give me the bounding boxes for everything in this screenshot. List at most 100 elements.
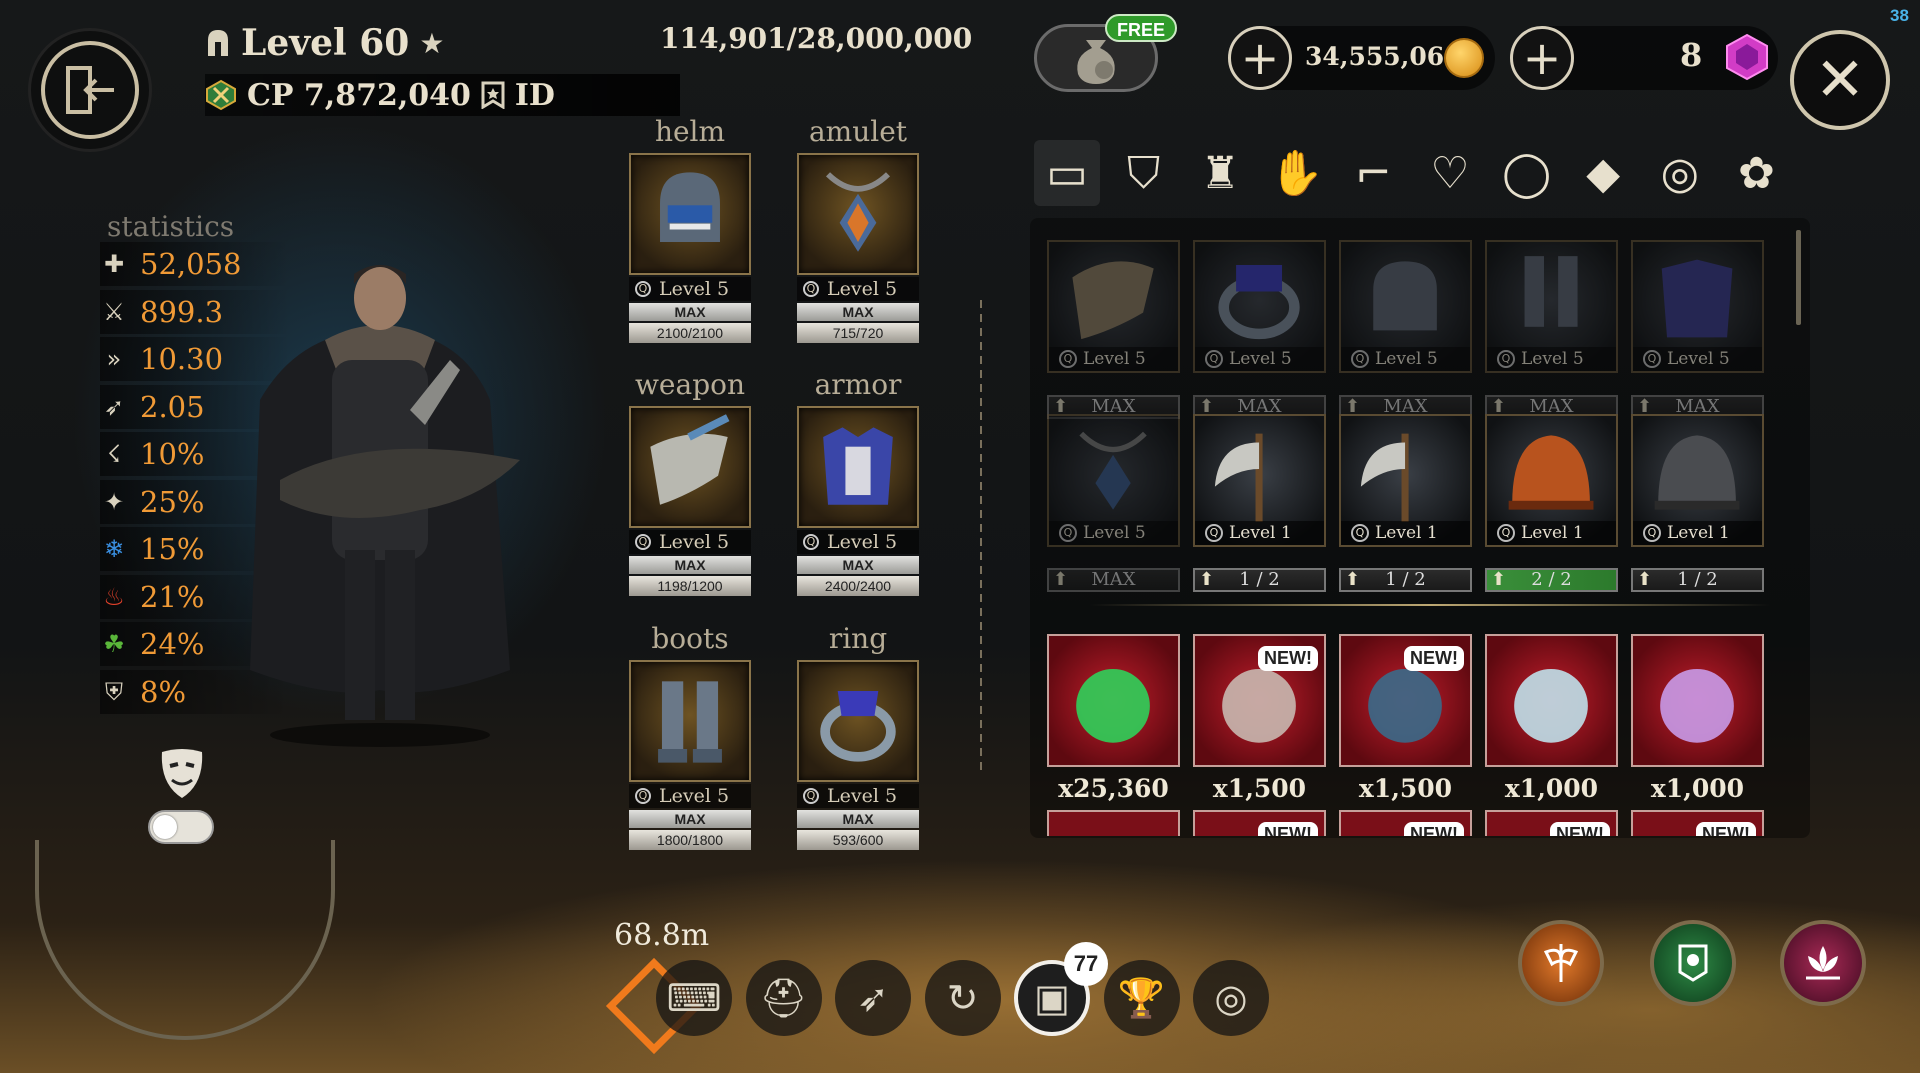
material-next-row[interactable]: NEW! (1339, 810, 1472, 836)
id-text[interactable]: ID (515, 78, 555, 113)
durability-bar: 2400/2400 (797, 576, 919, 596)
slot-title-weapon: weapon (634, 368, 746, 401)
trophy-button[interactable]: 🏆 (1103, 960, 1180, 1036)
category-tab-rune[interactable]: ◎ (1647, 140, 1713, 206)
dragon-menu-button[interactable]: ↻ (924, 960, 1001, 1036)
slot-level: Q Level 5 (629, 784, 751, 808)
inventory-scrollbar[interactable] (1796, 230, 1801, 325)
inventory-axe-item[interactable]: Q Level 1 (1339, 414, 1472, 547)
inventory-weapon-item[interactable]: Q Level 5 (1047, 240, 1180, 373)
skill-banner-button[interactable] (1650, 920, 1736, 1006)
material-next-row[interactable]: NEW! (1485, 810, 1618, 836)
equip-slot-amulet[interactable] (797, 153, 919, 275)
pearl-cluster-material-icon (1514, 668, 1588, 743)
axe-emblem-icon (1543, 944, 1579, 982)
material-next-row[interactable] (1047, 810, 1180, 836)
amulet-icon (825, 172, 891, 252)
skill-lotus-button[interactable] (1780, 920, 1866, 1006)
category-tab-flower[interactable]: ✿ (1723, 140, 1789, 206)
quality-icon: Q (635, 788, 651, 804)
category-tab-armor[interactable]: ♜ (1187, 140, 1253, 206)
max-bar: MAX (629, 810, 751, 828)
category-tab-shield[interactable]: ⛉ (1111, 140, 1177, 206)
level-text: Level 5 (1375, 349, 1438, 369)
green-gem-material[interactable] (1047, 634, 1180, 767)
level-text: Level 1 (1375, 523, 1438, 543)
inventory-amulet-item[interactable]: Q Level 5 (1047, 414, 1180, 547)
category-tab-gauntlet[interactable]: ✋ (1264, 140, 1330, 206)
category-tab-boot[interactable]: ⌐ (1340, 140, 1406, 206)
gold-coin-icon (1444, 38, 1484, 78)
max-bar: MAX (629, 556, 751, 574)
appearance-toggle[interactable] (148, 810, 214, 844)
theater-mask-icon[interactable] (158, 746, 206, 802)
quality-icon: Q (1205, 350, 1223, 368)
equip-slot-helm[interactable] (629, 153, 751, 275)
scale-plates-material[interactable]: NEW! (1339, 634, 1472, 767)
item-upgrade-bar: ⬆ 1 / 2 (1193, 568, 1326, 592)
skull-material[interactable]: NEW! (1193, 634, 1326, 767)
new-badge: NEW! (1696, 822, 1756, 836)
equip-slot-ring[interactable] (797, 660, 919, 782)
banner-emblem-icon (1678, 944, 1708, 982)
portal-button[interactable]: ◎ (1193, 960, 1269, 1036)
category-tab-amulet[interactable]: ♡ (1417, 140, 1483, 206)
skill-axe-button[interactable] (1518, 920, 1604, 1006)
material-count: x25,360 (1058, 774, 1169, 803)
slot-info: Q Level 5 MAX 715/720 (797, 277, 919, 343)
inventory-axe-item[interactable]: Q Level 1 (1193, 414, 1326, 547)
ring-icon: ◯ (1501, 147, 1552, 199)
new-badge: NEW! (1258, 646, 1318, 671)
helmet-menu-button[interactable]: ⛑ (745, 960, 822, 1036)
shield-icon: ⛉ (1127, 147, 1161, 199)
add-gold-button[interactable]: + (1228, 26, 1292, 90)
ring-item-icon (1218, 264, 1300, 340)
armor-icon (823, 427, 893, 505)
equip-slot-armor[interactable] (797, 406, 919, 528)
plus-icon: + (1522, 31, 1562, 85)
equip-slot-boots[interactable] (629, 660, 751, 782)
equip-slot-weapon[interactable] (629, 406, 751, 528)
category-tab-bracer[interactable]: ◆ (1570, 140, 1636, 206)
exit-button[interactable] (28, 28, 152, 152)
category-tab-chest[interactable]: ▭ (1034, 140, 1100, 206)
inventory-armor-item[interactable]: Q Level 5 (1631, 240, 1764, 373)
crystal-bars-material-icon (1660, 668, 1734, 743)
category-tab-ring[interactable]: ◯ (1494, 140, 1560, 206)
spear-icon: ➶ (857, 976, 889, 1020)
crystal-bars-material[interactable] (1631, 634, 1764, 767)
slot-title-helm: helm (654, 115, 726, 148)
material-next-row[interactable]: NEW! (1193, 810, 1326, 836)
inventory-helm-item[interactable]: Q Level 5 (1339, 240, 1472, 373)
level-text: Level 5 (827, 785, 898, 807)
close-button[interactable]: ✕ (1790, 30, 1890, 130)
item-upgrade-bar: ⬆ 1 / 2 (1631, 568, 1764, 592)
bracer-icon: ◆ (1586, 147, 1621, 199)
add-gems-button[interactable]: + (1510, 26, 1574, 90)
new-badge: NEW! (1258, 822, 1318, 836)
toggle-knob (153, 815, 177, 839)
stat-value: 8% (140, 674, 187, 709)
ring-icon (820, 691, 896, 762)
item-upgrade-bar: ⬆ 2 / 2 (1485, 568, 1618, 592)
level-text: Level 5 (659, 785, 730, 807)
item-level: Q Level 5 (1049, 347, 1178, 371)
inventory-ring-item[interactable]: Q Level 5 (1193, 240, 1326, 373)
inventory-iron-helm-item[interactable]: Q Level 1 (1631, 414, 1764, 547)
upgrade-text: MAX (1091, 569, 1136, 590)
panel-divider (980, 300, 982, 770)
quality-icon: Q (803, 281, 819, 297)
inventory-copper-helm-item[interactable]: Q Level 1 (1485, 414, 1618, 547)
pearl-cluster-material[interactable] (1485, 634, 1618, 767)
quality-icon: Q (1351, 524, 1369, 542)
quality-icon: Q (803, 534, 819, 550)
material-next-row[interactable]: NEW! (1631, 810, 1764, 836)
axe-item-icon (1214, 433, 1263, 522)
level-text: Level 5 (659, 531, 730, 553)
shield-defense-icon: ⛨ (105, 677, 123, 706)
fire-resist-icon: ♨ (103, 582, 125, 611)
inventory-boots-item[interactable]: Q Level 5 (1485, 240, 1618, 373)
keyboard-button[interactable]: ⌨ (656, 960, 732, 1036)
spear-menu-button[interactable]: ➶ (835, 960, 911, 1036)
amulet-icon: ♡ (1430, 147, 1470, 199)
